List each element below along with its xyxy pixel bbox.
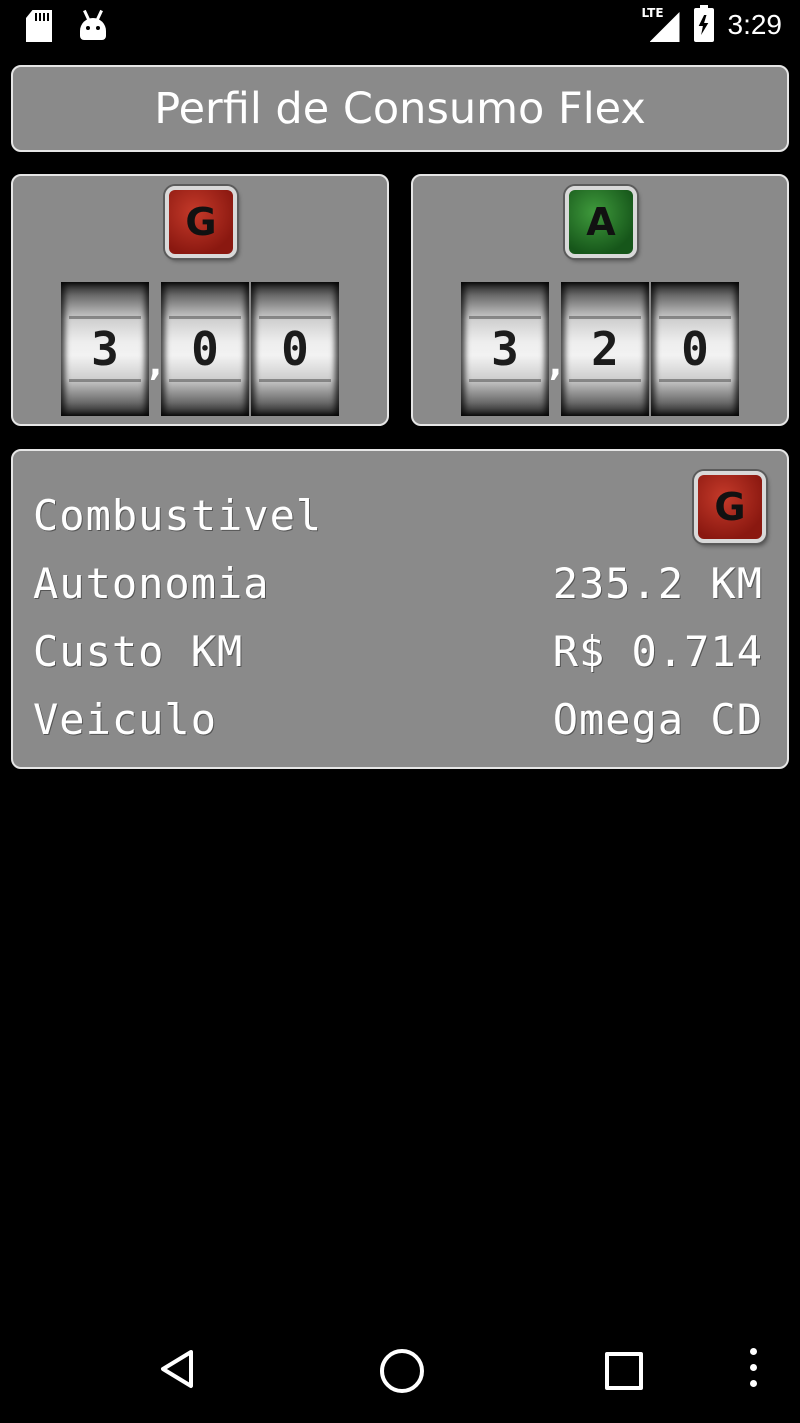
alcool-badge[interactable]: A (565, 186, 637, 258)
clock: 3:29 (727, 9, 783, 40)
veiculo-value: Omega CD (552, 695, 763, 744)
signal-icon: LTE (641, 6, 680, 42)
battery-charging-icon (693, 5, 714, 42)
gasolina-panel[interactable]: G 3 , 0 0 (11, 174, 389, 426)
alcool-decimal-separator: , (549, 344, 562, 384)
custo-km-label: Custo KM (33, 627, 244, 676)
autonomia-label: Autonomia (33, 559, 270, 608)
gasolina-digit-1[interactable]: 3 (61, 282, 149, 416)
alcool-digit-1[interactable]: 3 (461, 282, 549, 416)
alcool-price-odometer[interactable]: 3 , 2 0 (461, 282, 739, 416)
gasolina-decimal-separator: , (149, 344, 162, 384)
combustivel-label: Combustivel (33, 491, 323, 540)
back-icon[interactable] (159, 1349, 195, 1389)
alcool-panel[interactable]: A 3 , 2 0 (411, 174, 789, 426)
android-debug-icon (78, 9, 108, 40)
veiculo-label: Veiculo (33, 695, 218, 744)
status-bar: LTE 3:29 (0, 0, 800, 52)
gasolina-price-odometer[interactable]: 3 , 0 0 (61, 282, 339, 416)
overflow-menu-icon[interactable] (750, 1348, 758, 1392)
veiculo-row: Veiculo Omega CD (33, 695, 763, 755)
combustivel-row: Combustivel (33, 491, 763, 551)
custo-km-row: Custo KM R$ 0.714 (33, 627, 763, 687)
custo-km-value: R$ 0.714 (552, 627, 763, 676)
autonomia-row: Autonomia 235.2 KM (33, 559, 763, 619)
gasolina-digit-3[interactable]: 0 (251, 282, 339, 416)
autonomia-value: 235.2 KM (552, 559, 763, 608)
alcool-digit-2[interactable]: 2 (561, 282, 649, 416)
page-title: Perfil de Consumo Flex (154, 84, 646, 134)
home-icon[interactable] (380, 1349, 424, 1393)
recent-apps-icon[interactable] (605, 1352, 643, 1390)
navigation-bar (0, 1316, 800, 1423)
sd-card-icon (26, 10, 52, 42)
title-panel: Perfil de Consumo Flex (11, 65, 789, 152)
alcool-digit-3[interactable]: 0 (651, 282, 739, 416)
result-panel: G Combustivel Autonomia 235.2 KM Custo K… (11, 449, 789, 769)
network-type-label: LTE (641, 6, 664, 20)
gasolina-digit-2[interactable]: 0 (161, 282, 249, 416)
gasolina-badge[interactable]: G (165, 186, 237, 258)
